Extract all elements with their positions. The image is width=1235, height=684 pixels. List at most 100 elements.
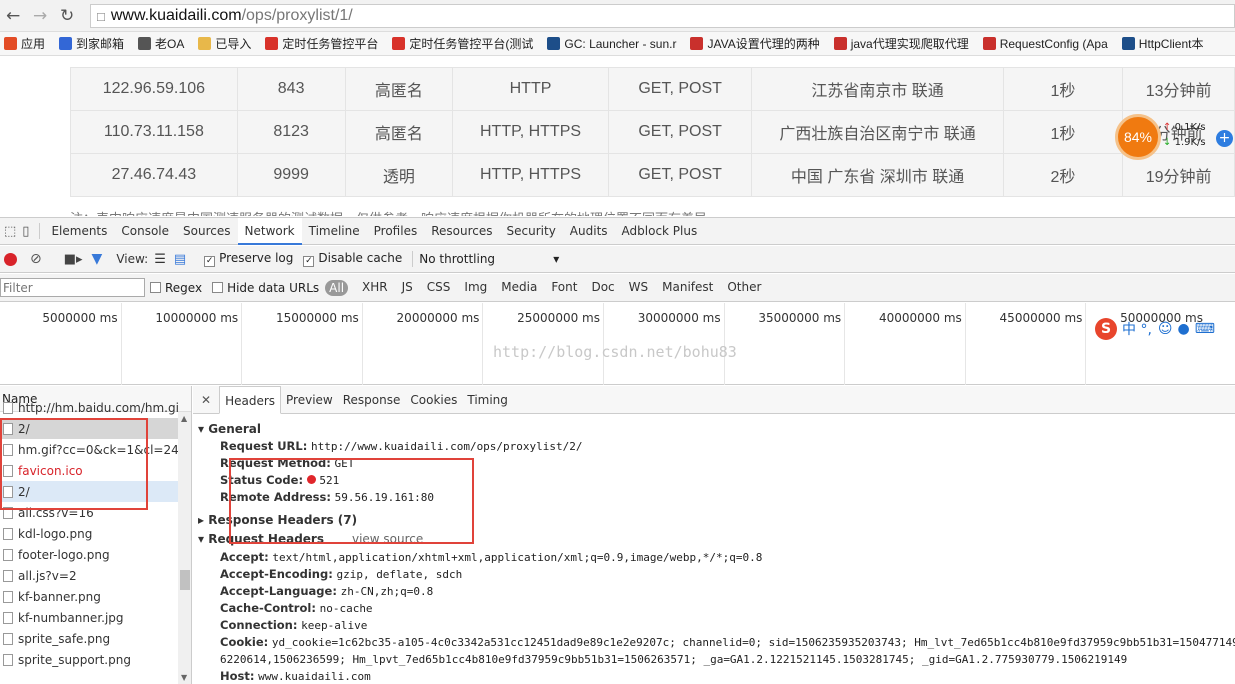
timeline-tick: 15000000 ms [241, 303, 362, 385]
hide-data-urls-checkbox[interactable]: Hide data URLs [212, 281, 319, 295]
url-host: www.kuaidaili.com [110, 7, 242, 24]
proxy-cell-speed: 1秒 [1002, 110, 1124, 154]
bookmark-item[interactable]: 应用 [4, 35, 45, 52]
bookmark-item[interactable]: java代理实现爬取代理 [833, 35, 969, 52]
disable-cache-checkbox[interactable]: ✓ Disable cache [303, 251, 402, 267]
bookmark-item[interactable]: JAVA设置代理的两种 [690, 35, 820, 52]
bookmark-item[interactable]: 到家邮箱 [59, 35, 124, 52]
request-row[interactable]: all.js?v=2 [0, 565, 178, 586]
timeline-tick: 20000000 ms [361, 303, 483, 385]
file-icon [3, 401, 13, 414]
scroll-up-icon[interactable]: ▲ [181, 414, 187, 423]
devtools-tab-security[interactable]: Security [500, 218, 563, 245]
request-row[interactable]: kdl-logo.png [0, 523, 178, 544]
highlight-box-requests [0, 418, 148, 510]
back-icon[interactable]: ← [6, 6, 20, 26]
widget-plus-icon[interactable]: + [1216, 130, 1233, 147]
devtools-tab-network[interactable]: Network [237, 217, 302, 245]
devtools-tab-audits[interactable]: Audits [563, 218, 615, 245]
detail-tabs: ✕ Headers Preview Response Cookies Timing [193, 386, 1235, 414]
filter-type-xhr[interactable]: XHR [362, 280, 388, 296]
bookmark-item[interactable]: GC: Launcher - sun.r [547, 37, 676, 51]
microphone-icon[interactable]: ● [1178, 321, 1190, 337]
throttling-select[interactable]: No throttling ▾ [419, 252, 559, 266]
record-icon[interactable] [4, 252, 17, 266]
filter-type-manifest[interactable]: Manifest [662, 280, 713, 296]
filter-funnel-icon[interactable]: ▼ [92, 251, 103, 267]
reload-icon[interactable]: ↻ [60, 6, 74, 26]
bookmark-item[interactable]: 已导入 [198, 35, 251, 52]
devtools-tab-adblock-plus[interactable]: Adblock Plus [615, 218, 705, 245]
disable-cache-label: Disable cache [318, 251, 403, 265]
filter-type-media[interactable]: Media [501, 280, 537, 296]
bookmark-item[interactable]: 定时任务管控平台(测试 [392, 35, 533, 52]
filter-input[interactable] [0, 278, 145, 297]
request-row[interactable]: http://hm.baidu.com/hm.gif?cc=0&ck=1&cl=… [0, 397, 178, 418]
emoji-icon[interactable]: ☺ [1158, 321, 1173, 337]
detail-tab-preview[interactable]: Preview [281, 386, 338, 414]
capture-screenshots-icon[interactable]: ■▸ [64, 252, 83, 267]
devtools-tab-profiles[interactable]: Profiles [367, 218, 425, 245]
ime-toolbar[interactable]: S 中 °, ☺ ● ⌨ [1095, 318, 1215, 340]
request-header-row: Accept-Encoding: gzip, deflate, sdch [220, 567, 462, 581]
filter-type-ws[interactable]: WS [629, 280, 648, 296]
speed-widget-percent[interactable]: 84% [1115, 114, 1161, 160]
filter-type-all[interactable]: All [325, 279, 349, 296]
request-row[interactable]: sprite_support.png [0, 649, 178, 670]
file-icon [3, 548, 13, 561]
filter-type-css[interactable]: CSS [427, 280, 451, 296]
forward-icon[interactable]: → [33, 6, 47, 26]
request-name: kdl-logo.png [18, 526, 93, 541]
list-view-icon[interactable]: ☰ [154, 252, 166, 267]
detail-tab-cookies[interactable]: Cookies [405, 386, 462, 414]
devtools-tab-console[interactable]: Console [114, 218, 176, 245]
url-input[interactable]: □ www.kuaidaili.com/ops/proxylist/1/ [90, 4, 1235, 28]
request-header-row: Cookie: yd_cookie=1c62bc35-a105-4c0c3342… [220, 635, 1235, 649]
bookmark-favicon-icon [138, 37, 152, 50]
detail-tab-response[interactable]: Response [338, 386, 406, 414]
filter-type-img[interactable]: Img [464, 280, 487, 296]
bookmark-item[interactable]: 老OA [138, 35, 184, 52]
preserve-log-checkbox[interactable]: ✓ Preserve log [204, 251, 293, 267]
inspect-icon[interactable]: ⬚ [4, 224, 16, 239]
request-row[interactable]: kf-numbanner.jpg [0, 607, 178, 628]
network-timeline-overview[interactable]: 5000000 ms 10000000 ms 15000000 ms 20000000… [0, 303, 1235, 385]
request-row[interactable]: kf-banner.png [0, 586, 178, 607]
bookmark-label: HttpClient本 [1138, 37, 1204, 51]
scrollbar-thumb[interactable] [180, 570, 190, 590]
request-list-scrollbar[interactable]: ▲ ▼ [178, 412, 191, 684]
overview-icon[interactable]: ▤ [174, 252, 186, 267]
bookmark-item[interactable]: RequestConfig (Apa [982, 37, 1108, 51]
filter-bar: Regex Hide data URLs All XHR JS CSS Img Media… [0, 274, 1235, 302]
request-row[interactable]: sprite_safe.png [0, 628, 178, 649]
file-icon [3, 527, 13, 540]
detail-tab-timing[interactable]: Timing [462, 386, 513, 414]
devtools-tab-sources[interactable]: Sources [176, 218, 237, 245]
devtools-tab-timeline[interactable]: Timeline [302, 218, 367, 245]
bookmark-item[interactable]: 定时任务管控平台 [265, 35, 378, 52]
file-icon [3, 632, 13, 645]
filter-type-font[interactable]: Font [551, 280, 577, 296]
filter-type-other[interactable]: Other [727, 280, 761, 296]
device-mode-icon[interactable]: ▯ [22, 224, 29, 239]
bookmark-item[interactable]: HttpClient本 [1121, 35, 1204, 52]
filter-type-doc[interactable]: Doc [591, 280, 614, 296]
request-url-label: Request URL: [220, 439, 308, 453]
request-details: ✕ Headers Preview Response Cookies Timing ▾ … [193, 386, 1235, 684]
filter-type-js[interactable]: JS [402, 280, 413, 296]
regex-checkbox[interactable]: Regex [150, 281, 202, 295]
bookmark-favicon-icon [4, 37, 17, 50]
timeline-tick-label: 40000000 ms [878, 311, 962, 325]
close-icon[interactable]: ✕ [193, 393, 219, 407]
devtools-tab-elements[interactable]: Elements [44, 218, 114, 245]
general-section-toggle[interactable]: ▾ General [198, 422, 261, 436]
clear-icon[interactable]: ⊘ [30, 251, 42, 267]
scroll-down-icon[interactable]: ▼ [181, 673, 187, 682]
proxy-cell-time: 13分钟前 [1122, 67, 1235, 111]
devtools-tab-resources[interactable]: Resources [424, 218, 499, 245]
request-name: sprite_safe.png [18, 631, 111, 646]
request-row[interactable]: footer-logo.png [0, 544, 178, 565]
keyboard-icon[interactable]: ⌨ [1195, 321, 1215, 337]
detail-tab-headers[interactable]: Headers [219, 386, 282, 414]
timeline-tick-label: 20000000 ms [396, 311, 480, 325]
